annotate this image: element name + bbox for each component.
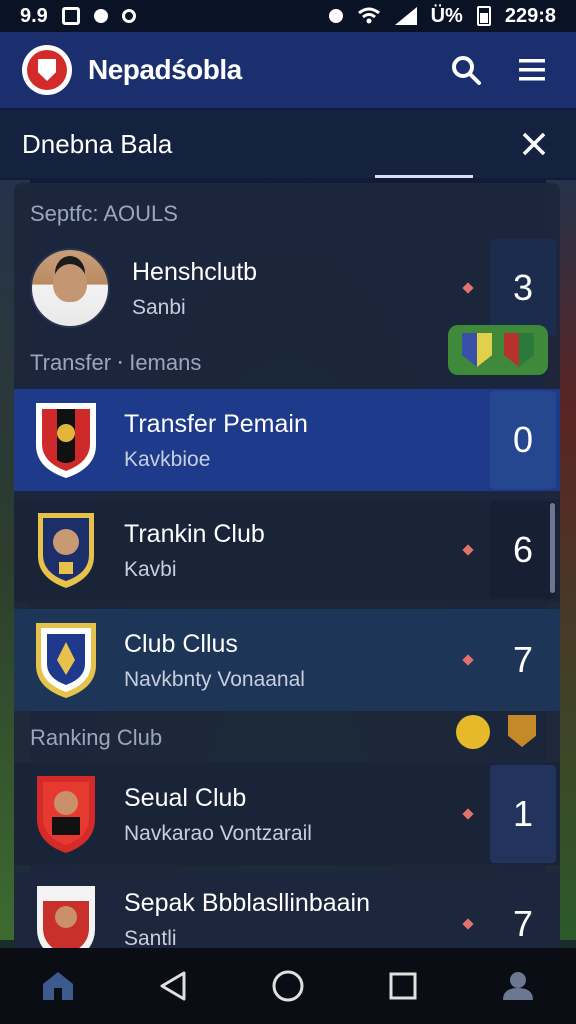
rank-marker-icon: [462, 544, 474, 556]
club-crest: [30, 623, 102, 698]
list-item-sub: Kavbi: [124, 558, 177, 582]
list-item-title: Sepak Bbblasllinbaain: [124, 888, 371, 917]
section-label-transfer: Transfer ⸱ Iemans: [30, 350, 202, 375]
list-item-title: Club Cllus: [124, 629, 238, 658]
home-icon: [42, 972, 73, 1000]
home-button[interactable]: [33, 961, 83, 1011]
app-title: Nepadśobla: [88, 54, 242, 85]
player-name: Henshclutb: [132, 257, 258, 286]
notification-icon: [61, 7, 80, 25]
profile-button[interactable]: [493, 961, 543, 1011]
list-item-title: Seual Club: [124, 783, 247, 812]
club-crest: [30, 513, 102, 588]
rank-marker-icon: [462, 654, 474, 666]
player-row[interactable]: Henshclutb Sanbi 3: [14, 238, 560, 338]
rank-value: 1: [490, 765, 556, 863]
recents-icon: [389, 972, 417, 1000]
tab-indicator: [375, 175, 473, 178]
shield-icon: [36, 623, 96, 698]
list-item[interactable]: Club Cllus Navkbnty Vonaanal 7: [14, 609, 560, 711]
shield-icon: [37, 776, 95, 853]
close-icon: [522, 132, 546, 156]
rank-marker-icon: [462, 282, 474, 294]
crest-icon: [508, 715, 536, 747]
status-time-left: 9.9: [20, 4, 48, 27]
rank-marker-icon: [462, 808, 474, 820]
club-crest: [30, 776, 102, 853]
back-button[interactable]: [148, 961, 198, 1011]
status-bar: 9.9 Ü% 229:8: [0, 0, 576, 32]
rank-value: 0: [490, 391, 556, 489]
rank-value: 7: [490, 611, 556, 709]
recents-button[interactable]: [378, 961, 428, 1011]
back-icon: [160, 971, 186, 1001]
rank-value: 7: [490, 875, 556, 948]
crest-icon: [462, 333, 492, 367]
sub-header-title: Dnebna Bala: [22, 128, 173, 159]
list-item[interactable]: Transfer Pemain Kavkbioe 0: [14, 389, 560, 491]
location-icon: [93, 9, 108, 23]
list-item[interactable]: Trankin Club Kavbi 6: [14, 499, 560, 601]
list-item[interactable]: Sepak Bbblasllinbaain Santli 7: [14, 873, 560, 948]
search-button[interactable]: [444, 48, 488, 92]
status-time-right: 229:8: [504, 4, 556, 27]
app-bar: Nepadśobla: [0, 32, 576, 110]
player-sub: Sanbi: [132, 296, 186, 320]
search-icon: [452, 56, 481, 85]
club-badges[interactable]: [448, 325, 548, 375]
player-face: [53, 264, 87, 302]
menu-icon: [519, 59, 545, 81]
crest-icon: [504, 333, 534, 367]
close-button[interactable]: [514, 124, 554, 164]
app-logo: [22, 45, 72, 95]
list-item-sub: Kavkbioe: [124, 448, 211, 472]
bottom-nav: [0, 948, 576, 1024]
signal-icon: [394, 7, 417, 25]
ranking-panel: Septfc: AOULS Henshclutb Sanbi 3 Transfe…: [14, 183, 560, 948]
home-circle-icon: [272, 970, 304, 1002]
chat-badge-icon: [456, 715, 490, 749]
wifi-icon: [357, 7, 380, 24]
rank-value: 6: [490, 501, 556, 599]
player-avatar: [30, 248, 110, 328]
profile-icon: [503, 972, 534, 1000]
battery-icon: [476, 6, 491, 26]
club-crest: [30, 403, 102, 478]
list-item-sub: Navkbnty Vonaanal: [124, 668, 305, 692]
scrollbar[interactable]: [550, 503, 555, 593]
sync-icon: [121, 9, 136, 23]
club-crest: [30, 886, 102, 948]
rank-value: 3: [490, 239, 556, 337]
list-item-title: Transfer Pemain: [124, 409, 308, 438]
list-item[interactable]: Seual Club Navkarao Vontzarail 1: [14, 763, 560, 865]
rank-marker-icon: [462, 918, 474, 930]
shield-icon: [36, 403, 96, 478]
sub-header: Dnebna Bala: [0, 110, 576, 178]
shield-icon: [37, 886, 95, 948]
battery-percent: Ü%: [430, 4, 463, 27]
shield-icon: [38, 513, 94, 588]
list-item-sub: Santli: [124, 927, 177, 948]
alarm-icon: [328, 9, 343, 23]
list-item-sub: Navkarao Vontzarail: [124, 822, 312, 846]
home-circle-button[interactable]: [263, 961, 313, 1011]
section-label-ranking: Ranking Club: [30, 725, 163, 750]
section-label-top: Septfc: AOULS: [30, 201, 178, 226]
list-item-title: Trankin Club: [124, 519, 265, 548]
menu-button[interactable]: [510, 48, 554, 92]
